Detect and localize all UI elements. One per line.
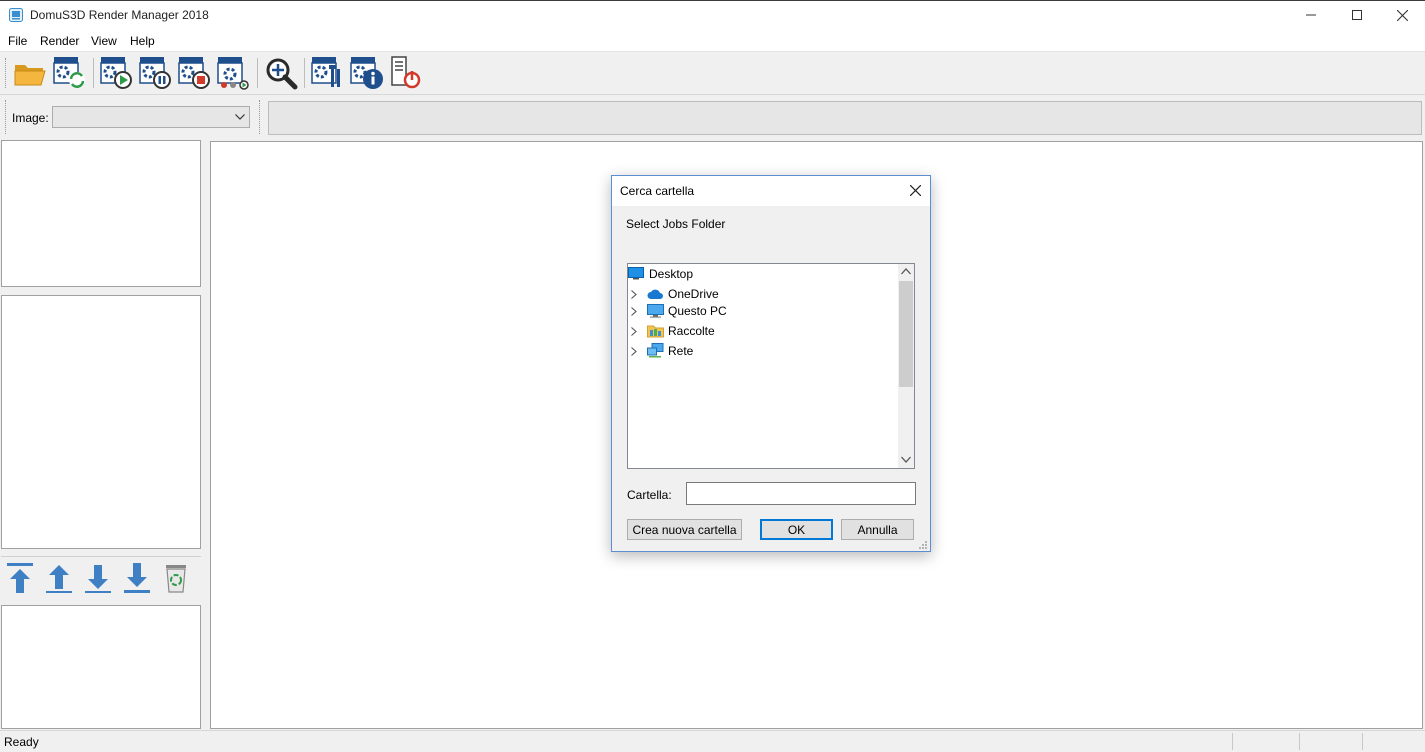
status-divider	[1232, 733, 1233, 750]
menu-bar	[0, 31, 1425, 51]
minimize-icon	[1306, 14, 1316, 16]
chevron-right-icon[interactable]	[631, 307, 637, 316]
folder-input[interactable]	[686, 482, 916, 505]
settings-tools-icon[interactable]	[310, 55, 346, 91]
zoom-icon[interactable]	[263, 55, 299, 91]
toolbar-separator	[257, 58, 258, 88]
status-bar	[0, 730, 1425, 752]
stop-render-icon[interactable]	[177, 55, 213, 91]
tree-scrollbar-thumb[interactable]	[899, 281, 913, 387]
chevron-down-icon	[235, 114, 245, 120]
tree-item-raccolte[interactable]: Raccolte	[668, 324, 715, 338]
info-icon[interactable]	[349, 55, 385, 91]
menu-help[interactable]: Help	[130, 34, 155, 48]
minimize-button[interactable]	[1288, 0, 1334, 30]
desktop-icon	[628, 267, 644, 280]
menu-file[interactable]: File	[8, 34, 27, 48]
ok-button[interactable]: OK	[760, 519, 833, 540]
library-folder-icon	[647, 325, 664, 338]
close-icon	[909, 185, 921, 196]
chevron-right-icon[interactable]	[631, 290, 637, 299]
cancel-button[interactable]: Annulla	[841, 519, 914, 540]
refresh-settings-icon[interactable]	[52, 55, 88, 91]
new-folder-button[interactable]: Crea nuova cartella	[627, 519, 742, 540]
image-select[interactable]	[52, 106, 250, 128]
imagebar-grip	[5, 100, 9, 134]
status-text: Ready	[4, 735, 39, 749]
tree-item-onedrive[interactable]: OneDrive	[668, 287, 719, 301]
move-up-icon[interactable]	[45, 562, 73, 594]
toolbar-separator	[93, 58, 94, 88]
shutdown-icon[interactable]	[388, 55, 424, 91]
close-button[interactable]	[1379, 0, 1425, 30]
title-bar	[0, 0, 1425, 31]
toolbar-separator	[304, 58, 305, 88]
move-down-icon[interactable]	[84, 562, 112, 594]
maximize-button[interactable]	[1334, 0, 1380, 30]
jobs-list-pane[interactable]	[1, 140, 201, 287]
tree-item-rete[interactable]: Rete	[668, 344, 693, 358]
computer-icon	[647, 304, 664, 318]
chevron-right-icon[interactable]	[631, 327, 637, 336]
pause-render-icon[interactable]	[138, 55, 174, 91]
window-title: DomuS3D Render Manager 2018	[30, 8, 209, 22]
cloud-icon	[647, 289, 663, 299]
menu-view[interactable]: View	[91, 34, 117, 48]
image-label: Image:	[12, 111, 49, 125]
scroll-up-icon[interactable]	[901, 268, 911, 275]
move-bottom-icon[interactable]	[123, 562, 151, 594]
main-toolbar	[0, 51, 1425, 95]
chevron-right-icon[interactable]	[631, 347, 637, 356]
menu-render[interactable]: Render	[40, 34, 79, 48]
tree-item-questo-pc[interactable]: Questo PC	[668, 304, 727, 318]
dialog-title: Cerca cartella	[620, 184, 695, 198]
toolbar-grip	[5, 58, 9, 88]
close-icon	[1396, 9, 1408, 21]
status-divider	[1362, 733, 1363, 750]
maximize-icon	[1352, 10, 1362, 20]
move-top-icon[interactable]	[6, 562, 34, 594]
render-progress-bar	[268, 101, 1422, 135]
queue-toolbar-divider	[1, 556, 201, 557]
queue-list-pane[interactable]	[1, 295, 201, 549]
status-divider	[1299, 733, 1300, 750]
start-render-icon[interactable]	[99, 55, 135, 91]
folder-label: Cartella:	[627, 488, 672, 502]
network-render-icon[interactable]	[216, 55, 252, 91]
tree-item-desktop[interactable]: Desktop	[649, 267, 693, 281]
dialog-description: Select Jobs Folder	[626, 217, 726, 231]
open-folder-icon[interactable]	[12, 55, 48, 91]
progress-grip	[259, 100, 263, 134]
recycle-bin-icon[interactable]	[162, 562, 190, 594]
properties-pane[interactable]	[1, 605, 201, 729]
scroll-down-icon[interactable]	[901, 456, 911, 463]
resize-grip-icon[interactable]	[918, 540, 928, 550]
dialog-close-button[interactable]	[900, 176, 930, 205]
app-icon	[9, 8, 23, 22]
network-icon	[647, 343, 664, 358]
